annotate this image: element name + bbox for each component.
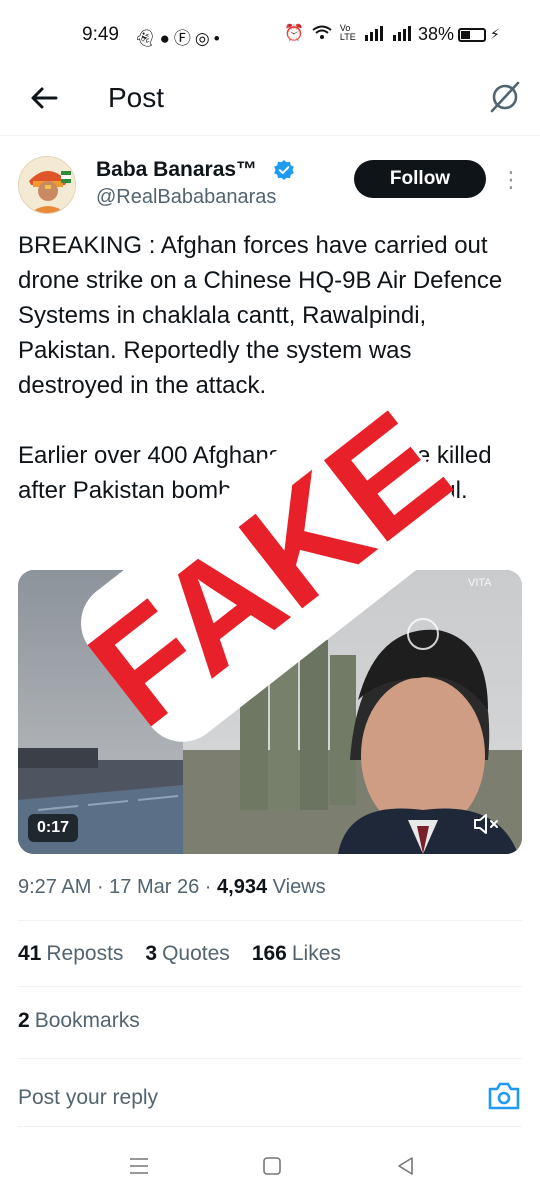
meta-separator: · — [96, 876, 110, 898]
meta-separator: · — [204, 876, 218, 898]
post-header: Post — [0, 70, 540, 136]
quotes-label: Quotes — [162, 942, 230, 965]
grok-icon[interactable] — [486, 78, 524, 116]
home-icon[interactable] — [260, 1154, 284, 1178]
reposts-label: Reposts — [46, 942, 124, 965]
volte-label: Vo LTE — [339, 23, 356, 42]
views-count: 4,934 — [217, 876, 268, 898]
bookmarks-count: 2 — [18, 1009, 30, 1032]
reposts-count: 41 — [18, 942, 42, 965]
post-meta: 9:27 AM · 17 Mar 26 · 4,934 Views — [18, 876, 326, 899]
author-name[interactable]: Baba Banaras™ — [96, 158, 257, 182]
reposts-stat[interactable]: 41 Reposts — [18, 942, 123, 966]
battery-indicator: 38% ⚡ — [418, 24, 500, 45]
divider — [18, 1126, 522, 1127]
snapchat-icon: 👻︎ — [134, 29, 160, 48]
author-row: Baba Banaras™ @RealBababanaras Follow ⋮ — [0, 150, 540, 220]
wifi-icon — [312, 25, 332, 39]
back-icon[interactable] — [394, 1154, 418, 1178]
status-time: 9:49 — [82, 24, 119, 45]
avatar-image — [19, 157, 75, 213]
author-handle[interactable]: @RealBababanaras — [96, 186, 276, 209]
bookmarks-label: Bookmarks — [34, 1009, 140, 1032]
camera-icon[interactable] — [486, 1080, 522, 1112]
verified-badge-icon — [274, 160, 294, 180]
menu-icon[interactable] — [127, 1154, 151, 1178]
avatar[interactable] — [18, 156, 76, 214]
page-title: Post — [108, 82, 165, 113]
divider — [18, 1058, 522, 1059]
battery-icon — [458, 27, 487, 42]
watermark-text: VITA — [468, 577, 492, 589]
post-paragraph: BREAKING : Afghan forces have carried ou… — [18, 232, 503, 399]
quotes-count: 3 — [145, 942, 158, 965]
video-duration: 0:17 — [28, 814, 79, 842]
more-options-icon[interactable]: ⋮ — [500, 168, 522, 192]
follow-button[interactable]: Follow — [354, 160, 486, 198]
system-navbar — [0, 1130, 540, 1200]
likes-stat[interactable]: 166 Likes — [252, 942, 341, 966]
reply-input[interactable]: Post your reply — [18, 1086, 158, 1110]
video-player[interactable]: VITA 0:17 — [18, 570, 522, 854]
facebook-icon: Ⓕ — [173, 29, 195, 48]
video-frame: VITA — [18, 570, 522, 854]
charging-icon: ⚡ — [490, 26, 500, 42]
back-arrow-icon[interactable] — [26, 80, 62, 116]
bookmarks-stat[interactable]: 2 Bookmarks — [18, 1009, 140, 1033]
dot-icon: • — [213, 29, 224, 48]
post-body: BREAKING : Afghan forces have carried ou… — [18, 228, 518, 543]
signal-icon-2 — [392, 26, 411, 41]
mute-icon[interactable] — [468, 806, 504, 842]
post-paragraph: Earlier over 400 Afghans civilians were … — [18, 442, 492, 504]
engagement-stats: 41 Reposts 3 Quotes 166 Likes — [18, 942, 341, 966]
quotes-stat[interactable]: 3 Quotes — [145, 942, 229, 966]
signal-icon — [364, 26, 383, 41]
likes-label: Likes — [291, 942, 341, 965]
messenger-icon: ● — [159, 29, 174, 48]
alarm-icon: ⏰ — [284, 25, 304, 42]
post-time[interactable]: 9:27 AM — [18, 876, 91, 898]
battery-percent: 38% — [418, 24, 455, 44]
status-indicators: ⏰ Vo LTE — [284, 23, 412, 43]
views-label: Views — [272, 876, 326, 898]
notification-icons: 👻︎●Ⓕ◎• — [134, 24, 224, 49]
status-bar: 9:49 👻︎●Ⓕ◎• ⏰ Vo LTE 38% ⚡ — [0, 0, 540, 70]
divider — [18, 986, 522, 987]
divider — [18, 920, 522, 921]
post-date[interactable]: 17 Mar 26 — [109, 876, 199, 898]
whatsapp-icon: ◎ — [194, 29, 214, 48]
likes-count: 166 — [251, 942, 287, 965]
